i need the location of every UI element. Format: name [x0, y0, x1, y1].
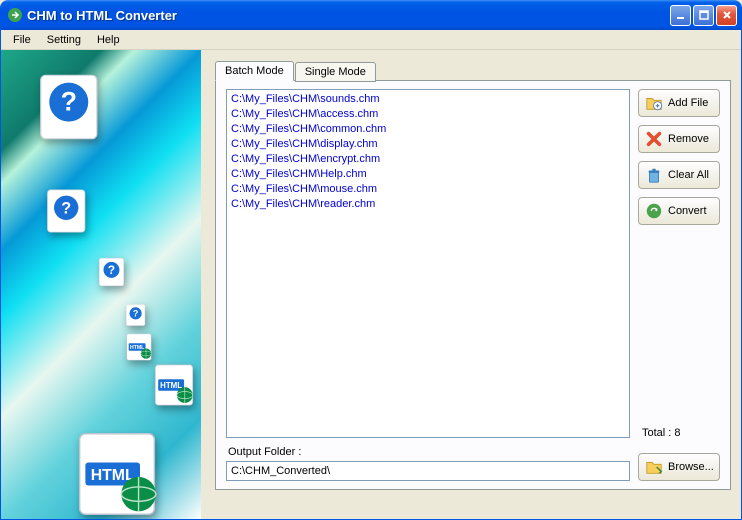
list-item[interactable]: C:\My_Files\CHM\mouse.chm — [231, 182, 625, 197]
help-icon: ? — [123, 302, 149, 328]
add-file-button[interactable]: Add File — [638, 89, 720, 117]
svg-text:HTML: HTML — [160, 381, 182, 390]
output-folder-label: Output Folder : — [228, 446, 630, 458]
list-item[interactable]: C:\My_Files\CHM\encrypt.chm — [231, 152, 625, 167]
clear-all-label: Clear All — [668, 169, 713, 181]
app-icon — [7, 7, 23, 23]
convert-label: Convert — [668, 205, 713, 217]
clear-all-icon — [645, 166, 663, 184]
svg-text:HTML: HTML — [130, 345, 144, 351]
add-file-icon — [645, 94, 663, 112]
minimize-button[interactable] — [670, 5, 691, 26]
tabs: Batch Mode Single Mode — [215, 61, 731, 81]
menu-help[interactable]: Help — [89, 32, 128, 48]
html-file-icon: HTML — [71, 428, 163, 519]
remove-button[interactable]: Remove — [638, 125, 720, 153]
svg-text:?: ? — [61, 199, 71, 217]
panel-left: C:\My_Files\CHM\sounds.chmC:\My_Files\CH… — [216, 81, 630, 489]
tab-batch-mode[interactable]: Batch Mode — [215, 61, 294, 81]
panel-right: Add File Remove Clear All Convert Tota — [630, 81, 730, 489]
browse-label: Browse... — [668, 461, 714, 473]
list-item[interactable]: C:\My_Files\CHM\Help.chm — [231, 167, 625, 182]
total-label: Total : 8 — [638, 421, 720, 445]
app-window: CHM to HTML Converter File Setting Help … — [0, 0, 742, 520]
tab-panel: C:\My_Files\CHM\sounds.chmC:\My_Files\CH… — [215, 80, 731, 490]
convert-button[interactable]: Convert — [638, 197, 720, 225]
tab-single-mode[interactable]: Single Mode — [295, 62, 376, 82]
menu-file[interactable]: File — [5, 32, 39, 48]
file-list[interactable]: C:\My_Files\CHM\sounds.chmC:\My_Files\CH… — [226, 89, 630, 438]
main-panel: Batch Mode Single Mode C:\My_Files\CHM\s… — [201, 50, 741, 519]
html-file-icon: HTML — [151, 362, 197, 408]
maximize-button[interactable] — [693, 5, 714, 26]
list-item[interactable]: C:\My_Files\CHM\display.chm — [231, 137, 625, 152]
help-icon: ? — [41, 185, 93, 237]
menubar: File Setting Help — [1, 30, 741, 50]
svg-text:?: ? — [61, 87, 77, 117]
list-item[interactable]: C:\My_Files\CHM\reader.chm — [231, 197, 625, 212]
list-item[interactable]: C:\My_Files\CHM\common.chm — [231, 122, 625, 137]
browse-icon — [645, 458, 663, 476]
svg-text:?: ? — [108, 264, 115, 277]
list-item[interactable]: C:\My_Files\CHM\access.chm — [231, 107, 625, 122]
content-area: ? ? ? ? HTML HTML HTML Batch Mode — [1, 50, 741, 519]
help-icon: ? — [95, 255, 129, 289]
list-item[interactable]: C:\My_Files\CHM\sounds.chm — [231, 92, 625, 107]
html-file-icon: HTML — [124, 332, 154, 362]
remove-icon — [645, 130, 663, 148]
close-button[interactable] — [716, 5, 737, 26]
svg-text:?: ? — [133, 309, 138, 319]
menu-setting[interactable]: Setting — [39, 32, 89, 48]
browse-button[interactable]: Browse... — [638, 453, 720, 481]
window-title: CHM to HTML Converter — [27, 8, 670, 23]
clear-all-button[interactable]: Clear All — [638, 161, 720, 189]
sidebar-graphic: ? ? ? ? HTML HTML HTML — [1, 50, 201, 519]
convert-icon — [645, 202, 663, 220]
titlebar[interactable]: CHM to HTML Converter — [1, 0, 741, 30]
help-icon: ? — [31, 68, 109, 146]
output-folder-input[interactable] — [226, 461, 630, 481]
remove-label: Remove — [668, 133, 713, 145]
add-file-label: Add File — [668, 97, 713, 109]
